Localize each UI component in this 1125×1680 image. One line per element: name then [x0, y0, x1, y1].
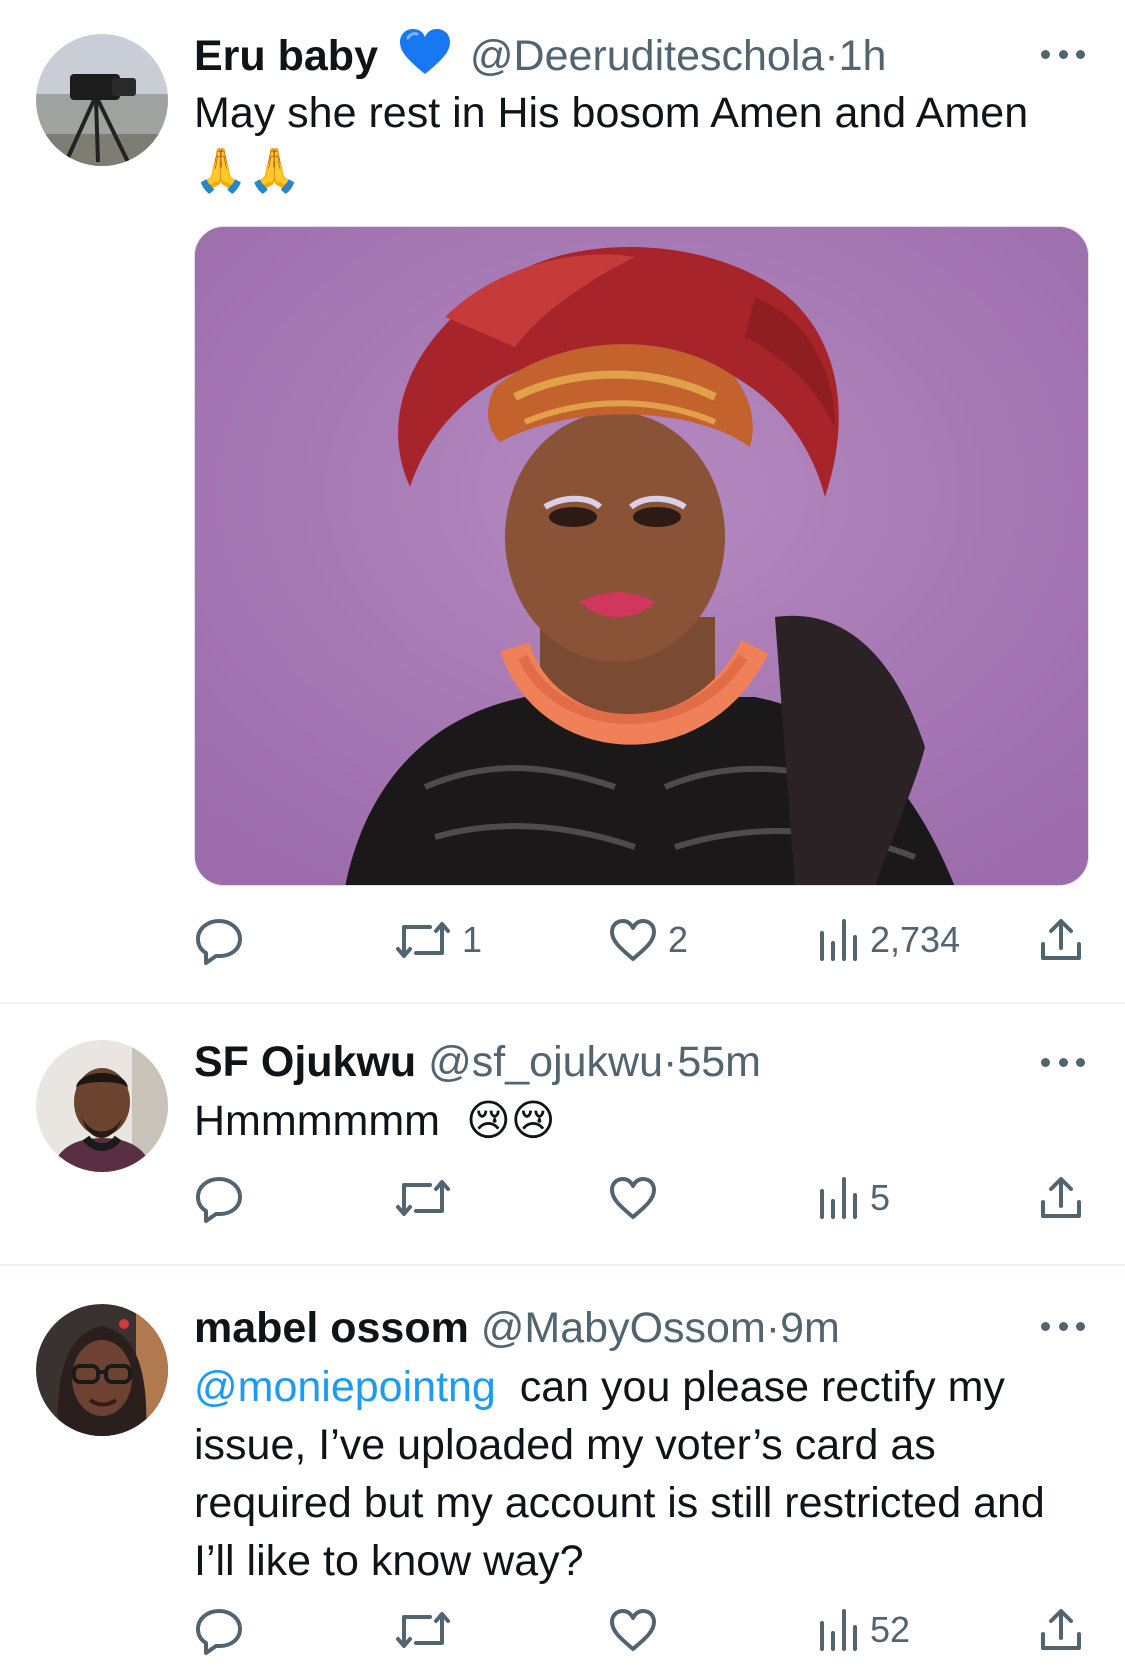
separator-dot: · — [663, 1038, 678, 1086]
tweet[interactable]: Eru baby @Deeruditeschola·1h May she res… — [0, 0, 1125, 1002]
views-icon — [816, 1175, 860, 1221]
user-handle[interactable]: @MabyOssom — [481, 1304, 766, 1352]
tweet-header: Eru baby @Deeruditeschola·1h — [194, 28, 886, 88]
avatar[interactable] — [36, 1304, 168, 1436]
display-name[interactable]: mabel ossom — [194, 1304, 469, 1352]
tweet[interactable]: SF Ojukwu @sf_ojukwu·55m Hmmmmmm 😢😢 5 — [0, 1004, 1125, 1264]
share-button[interactable] — [1038, 1168, 1084, 1228]
retweet-button[interactable] — [394, 1600, 462, 1660]
emoji-text: 😢😢 — [465, 1096, 556, 1146]
heart-icon — [608, 917, 658, 963]
tweet-header: SF Ojukwu @sf_ojukwu·55m — [194, 1036, 761, 1088]
timestamp[interactable]: 1h — [839, 32, 887, 80]
tweet[interactable]: mabel ossom @MabyOssom·9m @moniepointng … — [0, 1266, 1125, 1680]
mention-link[interactable]: @moniepointng — [194, 1363, 496, 1411]
reply-button[interactable] — [194, 1600, 254, 1660]
like-button[interactable] — [608, 1168, 668, 1228]
tweet-text: May she rest in His bosom Amen and Amen … — [194, 84, 1094, 200]
tweet-header: mabel ossom @MabyOssom·9m — [194, 1302, 840, 1354]
avatar[interactable] — [36, 34, 168, 166]
like-button[interactable] — [608, 1600, 668, 1660]
blue-heart-icon — [398, 28, 452, 88]
display-name[interactable]: SF Ojukwu — [194, 1038, 416, 1086]
share-button[interactable] — [1038, 910, 1084, 970]
reply-icon — [194, 1605, 244, 1655]
timestamp[interactable]: 9m — [780, 1304, 840, 1352]
portrait-image — [195, 227, 1088, 885]
display-name[interactable]: Eru baby — [194, 32, 378, 80]
timestamp[interactable]: 55m — [677, 1038, 761, 1086]
like-count: 2 — [668, 919, 689, 960]
views-count: 5 — [870, 1177, 891, 1218]
share-button[interactable] — [1038, 1600, 1084, 1660]
reply-icon — [194, 915, 244, 965]
retweet-button[interactable]: 1 — [394, 910, 482, 970]
share-icon — [1038, 1606, 1084, 1654]
heart-icon — [608, 1175, 658, 1221]
retweet-icon — [394, 1607, 452, 1653]
views-button[interactable]: 52 — [816, 1600, 910, 1660]
retweet-count: 1 — [462, 919, 483, 960]
retweet-button[interactable] — [394, 1168, 462, 1228]
views-icon — [816, 917, 860, 963]
retweet-icon — [394, 1175, 452, 1221]
share-icon — [1038, 916, 1084, 964]
tweet-photo[interactable] — [194, 226, 1089, 886]
tweet-text-line: May she rest in His bosom Amen and Amen — [194, 89, 1029, 137]
views-button[interactable]: 2,734 — [816, 910, 960, 970]
tweet-text: Hmmmmmm 😢😢 — [194, 1092, 1094, 1150]
reply-button[interactable] — [194, 1168, 254, 1228]
views-icon — [816, 1607, 860, 1653]
views-button[interactable]: 5 — [816, 1168, 890, 1228]
views-count: 2,734 — [870, 919, 961, 960]
heart-icon — [608, 1607, 658, 1653]
separator-dot: · — [824, 32, 839, 80]
more-icon[interactable] — [1041, 48, 1085, 60]
user-handle[interactable]: @Deeruditeschola — [470, 32, 824, 80]
avatar[interactable] — [36, 1040, 168, 1172]
more-icon[interactable] — [1041, 1056, 1085, 1068]
more-icon[interactable] — [1041, 1320, 1085, 1332]
retweet-icon — [394, 917, 452, 963]
reply-icon — [194, 1173, 244, 1223]
emoji-text: 🙏🙏 — [194, 146, 302, 196]
tweet-actions: 5 — [194, 1168, 1094, 1228]
user-handle[interactable]: @sf_ojukwu — [428, 1038, 663, 1086]
views-count: 52 — [870, 1609, 911, 1650]
like-button[interactable]: 2 — [608, 910, 688, 970]
separator-dot: · — [765, 1304, 781, 1352]
tweet-text: @moniepointng can you please rectify my … — [194, 1358, 1094, 1590]
share-icon — [1038, 1174, 1084, 1222]
reply-button[interactable] — [194, 910, 254, 970]
tweet-actions: 52 — [194, 1600, 1094, 1660]
tweet-text-line: Hmmmmmm — [194, 1097, 440, 1145]
tweet-actions: 1 2 2,734 — [194, 910, 1094, 970]
